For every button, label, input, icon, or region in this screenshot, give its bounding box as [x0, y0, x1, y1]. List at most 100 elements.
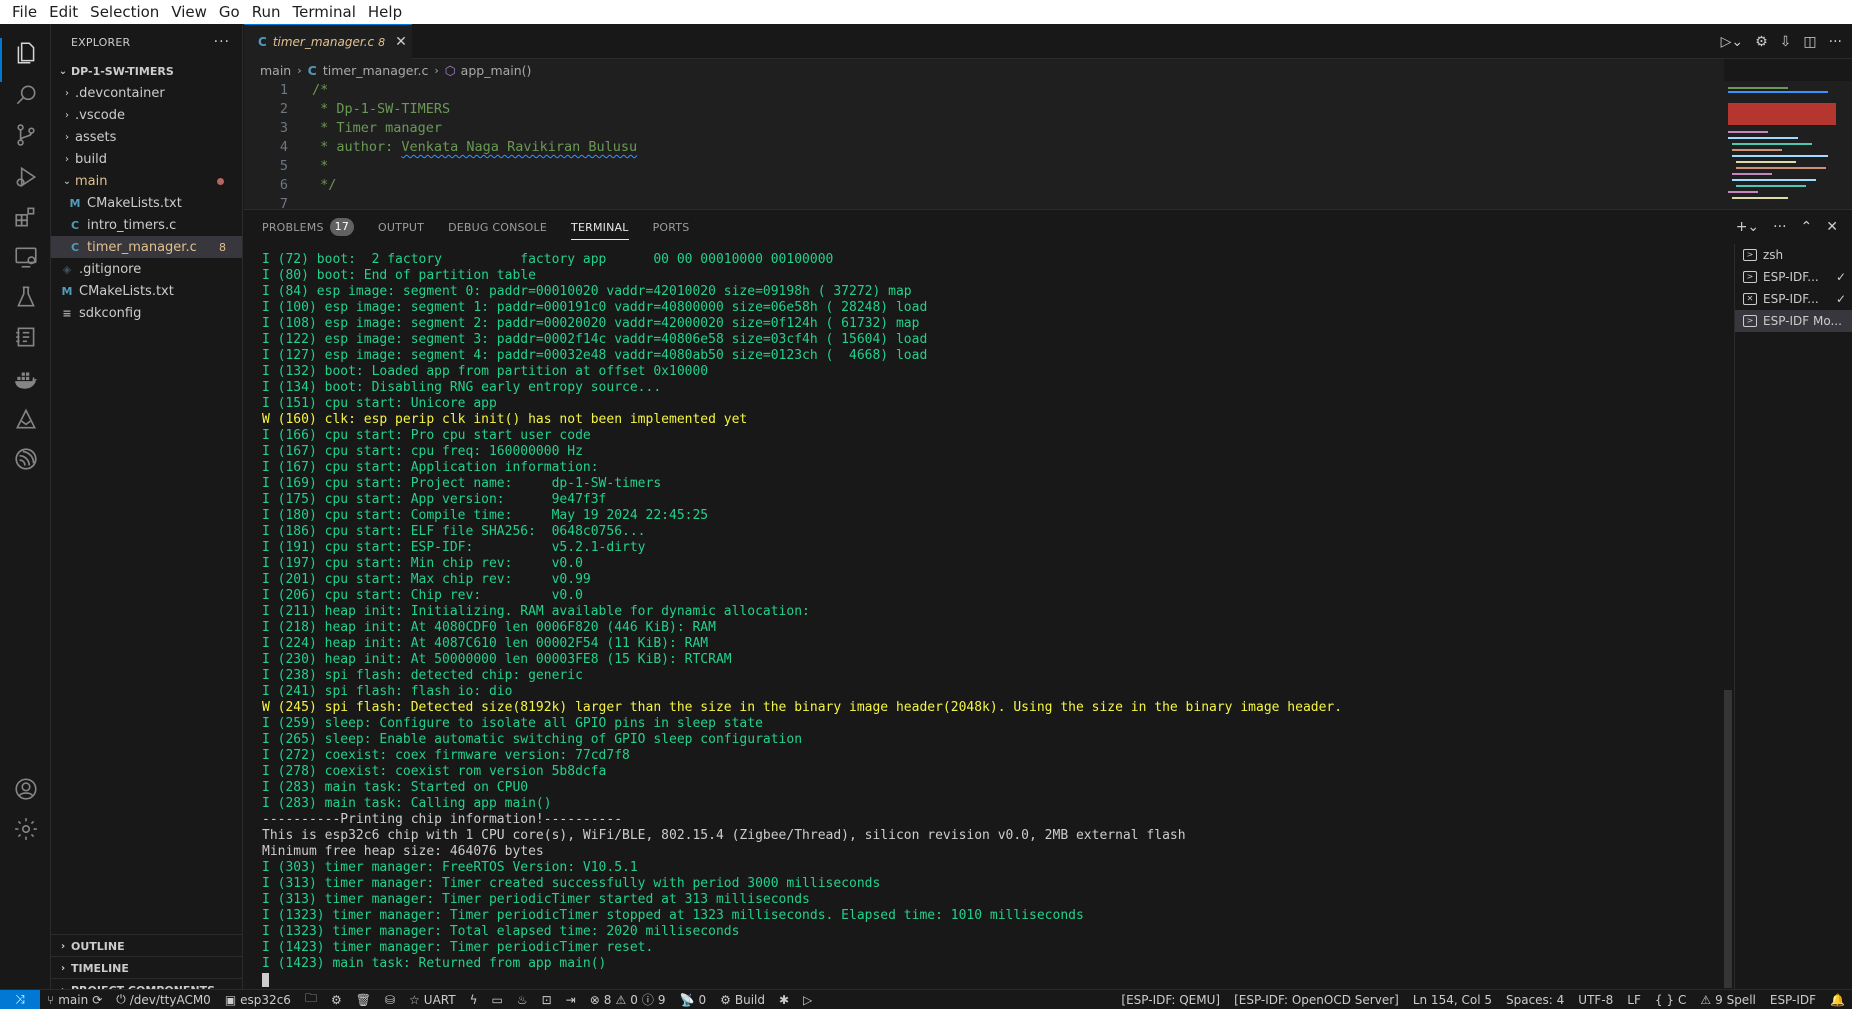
tree-item[interactable]: › build [51, 148, 242, 170]
flash-type-status[interactable]: ☆ UART [402, 993, 463, 1007]
terminal-instance[interactable]: > ESP-IDF... ✓ [1735, 266, 1852, 288]
more-actions-icon[interactable]: ··· [1773, 219, 1786, 235]
breadcrumb-symbol[interactable]: app_main() [461, 63, 532, 78]
breadcrumb-file[interactable]: timer_manager.c [323, 63, 429, 78]
tab-debug-console[interactable]: DEBUG CONSOLE [448, 210, 547, 244]
folder-icon[interactable]: 🗀 [298, 989, 324, 1009]
build-button[interactable]: ⚙ Build [713, 993, 772, 1007]
close-icon[interactable]: ✕ [395, 34, 407, 50]
spell-status[interactable]: ⚠ 9 Spell [1693, 993, 1763, 1007]
close-panel-icon[interactable]: ✕ [1826, 219, 1838, 235]
encoding[interactable]: UTF-8 [1571, 993, 1620, 1007]
openocd-status[interactable]: [ESP-IDF: OpenOCD Server] [1227, 993, 1406, 1007]
split-editor-icon[interactable]: ◫ [1803, 34, 1816, 50]
menu-item-view[interactable]: View [165, 0, 213, 24]
config-gear-icon[interactable]: ⚙ [324, 993, 349, 1007]
esp-idf-icon[interactable] [13, 406, 39, 432]
espressif-icon[interactable] [13, 446, 39, 472]
problems-status[interactable]: ⊗ 8 ⚠ 0 ⓘ 9 [583, 991, 673, 1008]
info-icon: ⓘ [641, 993, 654, 1007]
branch-status[interactable]: ⑂ main ⟳ [40, 993, 109, 1007]
menu-item-help[interactable]: Help [362, 0, 408, 24]
settings-gear-icon[interactable] [13, 816, 39, 842]
debug-bug-icon[interactable]: ✱ [772, 993, 796, 1007]
cursor-position[interactable]: Ln 154, Col 5 [1406, 993, 1499, 1007]
git-branch-icon: ⑂ [47, 992, 55, 1007]
database-icon[interactable]: ⛁ [378, 993, 402, 1007]
terminal-line: I (313) timer manager: Timer periodicTim… [262, 892, 810, 907]
menu-item-terminal[interactable]: Terminal [287, 0, 362, 24]
more-actions-icon[interactable]: ··· [1829, 34, 1842, 50]
editor-tab-bar: C timer_manager.c 8 ✕ ▷⌄ ⚙ ⇩ ◫ ··· [244, 24, 1852, 59]
tree-item[interactable]: Ctimer_manager.c 8 [51, 236, 242, 258]
project-folder-header[interactable]: ⌄ DP-1-SW-TIMERS [51, 60, 242, 82]
run-icon[interactable]: ▷ [796, 993, 819, 1007]
testing-icon[interactable] [13, 284, 39, 310]
tab-ports[interactable]: PORTS [653, 210, 690, 244]
trash-icon[interactable]: 🗑 [349, 993, 378, 1007]
minimap[interactable] [1726, 81, 1842, 209]
account-icon[interactable] [13, 776, 39, 802]
menu-item-edit[interactable]: Edit [43, 0, 84, 24]
tree-item[interactable]: ◈ .gitignore [51, 258, 242, 280]
export-icon[interactable]: ⇥ [559, 993, 583, 1007]
extensions-icon[interactable] [13, 204, 39, 230]
menu-item-file[interactable]: File [6, 0, 43, 24]
flame-icon[interactable]: ♨ [510, 993, 535, 1007]
terminal-scrollbar[interactable] [1724, 690, 1732, 988]
language-mode[interactable]: { } C [1648, 993, 1693, 1007]
flash-icon[interactable]: ⇩ [1780, 34, 1792, 50]
terminal-output[interactable]: I (72) boot: 2 factory factory app 00 00… [262, 252, 1702, 992]
tree-item[interactable]: M CMakeLists.txt [51, 280, 242, 302]
idf-status[interactable]: ESP-IDF [1763, 993, 1823, 1007]
remote-indicator-icon[interactable]: ⤨ [0, 989, 40, 1009]
explorer-icon[interactable] [13, 40, 39, 66]
indentation[interactable]: Spaces: 4 [1499, 993, 1571, 1007]
target-status[interactable]: ▣ esp32c6 [218, 993, 298, 1007]
tree-item[interactable]: Cintro_timers.c [51, 214, 242, 236]
tree-item[interactable]: ≡ sdkconfig [51, 302, 242, 324]
cmake-file-icon: M [69, 196, 81, 210]
menu-item-selection[interactable]: Selection [84, 0, 165, 24]
qemu-status[interactable]: [ESP-IDF: QEMU] [1114, 993, 1227, 1007]
new-terminal-icon[interactable]: +⌄ [1736, 219, 1759, 235]
tree-item[interactable]: › assets [51, 126, 242, 148]
code-line: 1 /* [244, 81, 1852, 100]
more-actions-icon[interactable]: ··· [214, 34, 230, 50]
ports-status[interactable]: 📡 0 [673, 993, 714, 1007]
outline-section[interactable]: › OUTLINE [51, 934, 243, 957]
monitor-icon[interactable]: ▭ [485, 993, 510, 1007]
maximize-panel-icon[interactable]: ⌃ [1801, 219, 1813, 235]
port-status[interactable]: ⏻/dev/ttyACM0 [109, 992, 218, 1007]
tree-item[interactable]: ⌄ main [51, 170, 242, 192]
tree-item[interactable]: › .vscode [51, 104, 242, 126]
terminal-icon[interactable]: ⊡ [535, 993, 559, 1007]
end-of-line[interactable]: LF [1620, 993, 1648, 1007]
terminal-instance[interactable]: ✕ ESP-IDF... ✓ [1735, 288, 1852, 310]
terminal-instance[interactable]: > zsh [1735, 244, 1852, 266]
tab-terminal[interactable]: TERMINAL [571, 210, 629, 244]
explorer-sidebar: EXPLORER ··· ⌄ DP-1-SW-TIMERS › .devconta… [51, 24, 243, 997]
search-icon[interactable] [13, 82, 39, 108]
tab-output[interactable]: OUTPUT [378, 210, 424, 244]
chevron-right-icon: › [60, 940, 66, 952]
terminal-instance[interactable]: > ESP-IDF Mo... [1735, 310, 1852, 332]
notifications-bell-icon[interactable]: 🔔 [1823, 993, 1852, 1007]
source-control-icon[interactable] [13, 122, 39, 148]
run-icon[interactable]: ▷⌄ [1721, 34, 1744, 50]
notebook-icon[interactable] [13, 324, 39, 350]
docker-icon[interactable] [13, 366, 39, 392]
timeline-section[interactable]: › TIMELINE [51, 956, 243, 979]
tree-item[interactable]: › .devcontainer [51, 82, 242, 104]
tab-problems[interactable]: PROBLEMS 17 [262, 210, 355, 244]
code-editor[interactable]: 1/* 2 * Dp-1-SW-TIMERS 3 * Timer manager 4 … [244, 81, 1852, 209]
run-debug-icon[interactable] [13, 164, 39, 190]
gear-icon[interactable]: ⚙ [1755, 34, 1768, 50]
menu-item-go[interactable]: Go [213, 0, 246, 24]
tab-timer-manager[interactable]: C timer_manager.c 8 ✕ [244, 24, 412, 59]
remote-explorer-icon[interactable] [13, 244, 39, 270]
breadcrumb-folder[interactable]: main [260, 63, 291, 78]
tree-item[interactable]: M CMakeLists.txt [51, 192, 242, 214]
flash-icon[interactable]: ϟ [463, 993, 485, 1007]
menu-item-run[interactable]: Run [246, 0, 287, 24]
